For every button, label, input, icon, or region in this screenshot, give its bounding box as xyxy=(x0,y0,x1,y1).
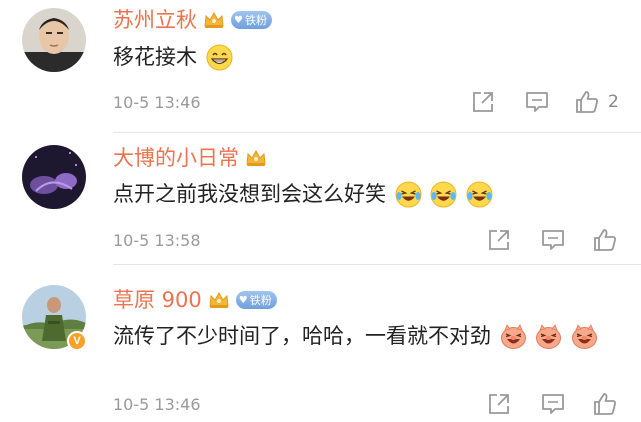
avatar[interactable] xyxy=(22,8,86,72)
share-button[interactable] xyxy=(486,227,514,255)
share-button[interactable] xyxy=(486,391,514,419)
like-button[interactable] xyxy=(592,391,620,419)
pig-laugh-emoji xyxy=(571,323,598,350)
comment-text: 流传了不少时间了，哈哈，一看就不对劲 xyxy=(113,324,491,348)
like-icon xyxy=(594,393,616,415)
username[interactable]: 草原 900 xyxy=(113,286,202,314)
share-icon xyxy=(473,92,493,112)
like-button[interactable] xyxy=(592,227,620,255)
pig-laugh-emoji xyxy=(500,323,527,350)
divider xyxy=(113,132,641,133)
share-icon xyxy=(489,394,509,414)
comment-actions: 2 xyxy=(470,89,630,117)
crown-icon xyxy=(204,11,224,28)
comment-time: 10-5 13:46 xyxy=(113,93,201,112)
fan-badge: ♥ 铁粉 xyxy=(235,291,277,309)
username[interactable]: 大博的小日常 xyxy=(113,144,239,172)
comment-item: 大博的小日常 点开之前我没想到会这么好笑 10-5 13:58 xyxy=(0,135,641,265)
comment-time: 10-5 13:58 xyxy=(113,231,201,250)
comment-button[interactable] xyxy=(540,391,568,419)
comment-text-row: 流传了不少时间了，哈哈，一看就不对劲 xyxy=(113,317,617,354)
fan-badge-label: 铁粉 xyxy=(244,14,267,27)
comment-icon xyxy=(526,92,548,112)
comment-button[interactable] xyxy=(540,227,568,255)
laugh-cry-emoji xyxy=(430,181,457,208)
comment-icon xyxy=(542,230,564,250)
name-row: 大博的小日常 xyxy=(113,143,267,173)
comment-item: V 草原 900 ♥ 铁粉 流传了不少时间了，哈哈，一看就不对劲 10-5 13… xyxy=(0,265,641,422)
crown-icon xyxy=(246,149,266,166)
fan-badge-label: 铁粉 xyxy=(249,294,272,307)
fan-badge: ♥ 铁粉 xyxy=(231,11,272,29)
name-row: 草原 900 ♥ 铁粉 xyxy=(113,285,277,315)
username[interactable]: 苏州立秋 xyxy=(113,6,197,34)
verified-badge: V xyxy=(67,331,87,351)
avatar[interactable] xyxy=(22,145,86,209)
like-button[interactable] xyxy=(574,89,602,117)
comment-text: 移花接木 xyxy=(113,45,197,69)
comment-text: 点开之前我没想到会这么好笑 xyxy=(113,182,386,206)
laugh-cry-emoji xyxy=(466,181,493,208)
share-icon xyxy=(489,230,509,250)
pig-laugh-emoji xyxy=(535,323,562,350)
laugh-cry-emoji xyxy=(395,181,422,208)
comment-text-row: 点开之前我没想到会这么好笑 xyxy=(113,175,627,212)
like-icon xyxy=(576,91,598,113)
name-row: 苏州立秋 ♥ 铁粉 xyxy=(113,5,272,35)
comment-time: 10-5 13:46 xyxy=(113,395,201,414)
like-count: 2 xyxy=(608,92,619,112)
comment-actions xyxy=(486,227,626,255)
crown-icon xyxy=(209,291,229,308)
comment-actions xyxy=(486,391,626,419)
heart-icon: ♥ xyxy=(238,294,248,306)
comment-item: 苏州立秋 ♥ 铁粉 移花接木 10-5 13:46 2 xyxy=(0,0,641,135)
heart-icon: ♥ xyxy=(234,14,243,26)
grin-emoji xyxy=(206,44,233,71)
comment-button[interactable] xyxy=(524,89,552,117)
like-icon xyxy=(594,229,616,251)
share-button[interactable] xyxy=(470,89,498,117)
comment-icon xyxy=(542,394,564,414)
comment-text-row: 移花接木 xyxy=(113,38,627,75)
